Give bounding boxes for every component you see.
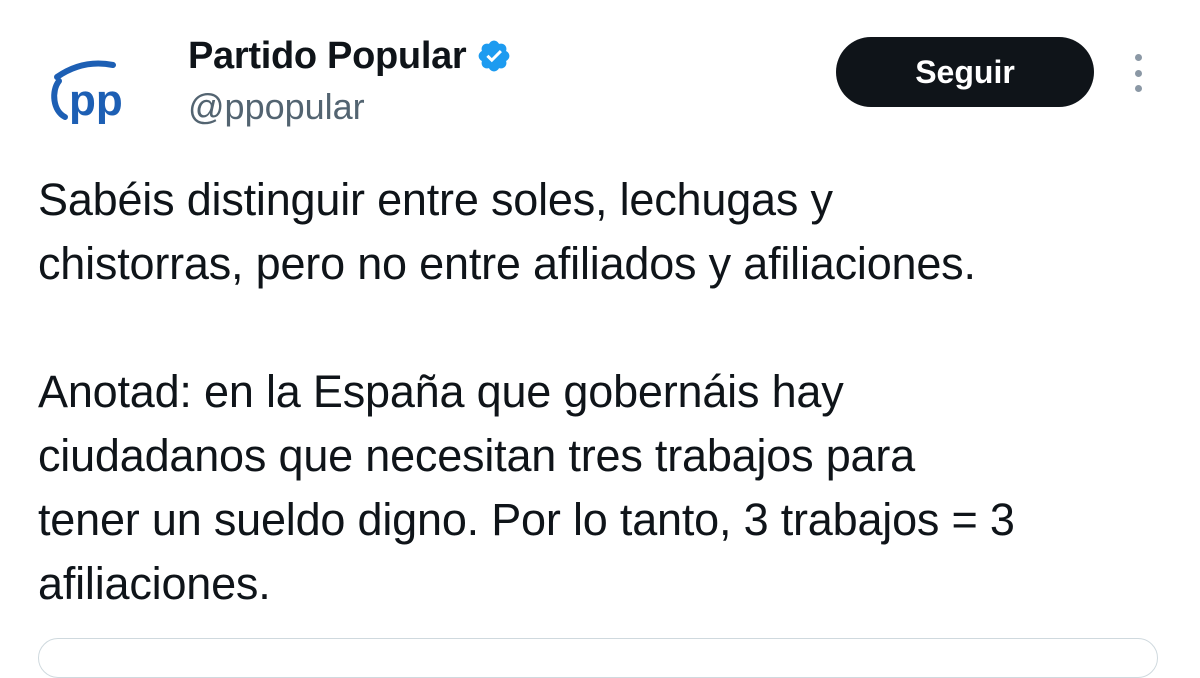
dot	[1134, 69, 1142, 77]
tweet-paragraph: Sabéis distinguir entre soles, lechugas …	[38, 174, 976, 289]
quoted-card-edge[interactable]	[38, 638, 1158, 678]
tweet: pp Partido Popular @ppopular Seguir Sabé…	[0, 0, 1200, 678]
handle[interactable]: @ppopular	[188, 86, 512, 128]
display-name[interactable]: Partido Popular	[188, 35, 467, 78]
more-vertical-icon[interactable]	[1124, 50, 1152, 96]
author-block: Partido Popular @ppopular	[188, 30, 512, 128]
tweet-paragraph: Anotad: en la España que gobernáis hay c…	[38, 366, 1015, 609]
follow-button[interactable]: Seguir	[836, 37, 1094, 107]
verified-badge-icon[interactable]	[476, 38, 512, 74]
pp-logo-icon: pp	[51, 60, 123, 125]
dot	[1134, 85, 1142, 92]
tweet-text: Sabéis distinguir entre soles, lechugas …	[38, 168, 1178, 616]
svg-text:pp: pp	[69, 76, 123, 125]
dot	[1134, 54, 1142, 61]
display-name-row[interactable]: Partido Popular	[188, 30, 512, 82]
avatar[interactable]: pp	[44, 38, 148, 142]
